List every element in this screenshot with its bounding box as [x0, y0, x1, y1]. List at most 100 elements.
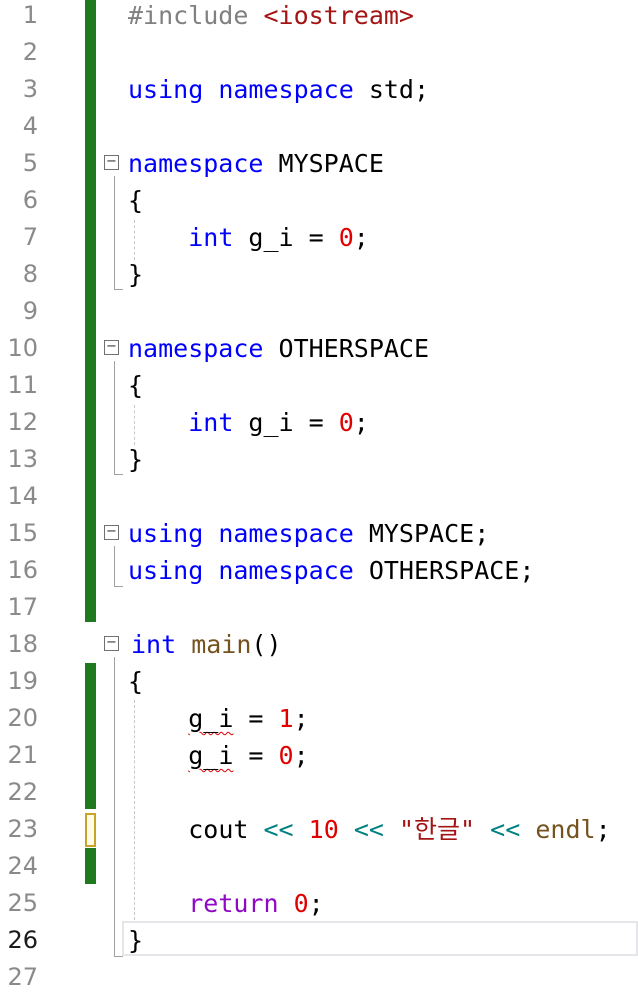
code-line[interactable]: 12 int g_i = 0;: [0, 404, 638, 441]
code-text[interactable]: namespace MYSPACE: [128, 145, 384, 182]
code-line[interactable]: 4: [0, 108, 638, 145]
code-line[interactable]: 1 #include <iostream>: [0, 0, 638, 34]
number-literal: 0: [338, 408, 354, 437]
code-text[interactable]: int g_i = 0;: [128, 219, 369, 256]
line-number: 17: [7, 593, 38, 621]
operator: =: [233, 704, 279, 733]
line-number: 4: [22, 112, 38, 140]
code-line[interactable]: 5 namespace MYSPACE: [0, 145, 638, 182]
namespace-name: OTHERSPACE: [263, 334, 430, 363]
code-line[interactable]: 24: [0, 848, 638, 885]
line-number: 15: [7, 519, 38, 547]
code-line[interactable]: 26 }: [0, 922, 638, 959]
code-text[interactable]: {: [128, 182, 143, 219]
identifier: OTHERSPACE;: [353, 556, 535, 585]
line-number: 19: [7, 667, 38, 695]
number-literal: 0: [338, 223, 354, 252]
code-line[interactable]: 3 using namespace std;: [0, 71, 638, 108]
line-number: 25: [7, 889, 38, 917]
keyword: using: [128, 519, 204, 548]
code-line[interactable]: 9: [0, 293, 638, 330]
code-line[interactable]: 25 return 0;: [0, 885, 638, 922]
code-text[interactable]: return 0;: [128, 885, 324, 922]
line-number: 7: [22, 223, 38, 251]
punctuation: (): [251, 630, 282, 659]
code-line[interactable]: 23 cout << 10 << "한글" << endl;: [0, 811, 638, 848]
preprocessor-directive: #include: [128, 1, 264, 30]
line-number: 2: [22, 38, 38, 66]
code-text[interactable]: }: [128, 441, 143, 478]
code-line[interactable]: 18 int main(): [0, 626, 638, 663]
code-line[interactable]: 10 namespace OTHERSPACE: [0, 330, 638, 367]
code-line[interactable]: 7 int g_i = 0;: [0, 219, 638, 256]
code-line[interactable]: 13 }: [0, 441, 638, 478]
line-number: 11: [7, 371, 38, 399]
line-number: 10: [7, 334, 38, 362]
operator: <<: [353, 815, 384, 844]
code-line[interactable]: 19 {: [0, 663, 638, 700]
line-number: 8: [22, 260, 38, 288]
code-line[interactable]: 22: [0, 774, 638, 811]
code-line[interactable]: 8 }: [0, 256, 638, 293]
keyword: namespace: [128, 149, 264, 178]
identifier: g_i =: [233, 408, 339, 437]
line-number: 3: [22, 75, 38, 103]
code-line[interactable]: 20 g_i = 1;: [0, 700, 638, 737]
error-squiggle-identifier[interactable]: g_i: [188, 741, 233, 770]
line-number: 16: [7, 556, 38, 584]
code-line[interactable]: 14: [0, 478, 638, 515]
code-line[interactable]: 27: [0, 959, 638, 996]
code-text[interactable]: int g_i = 0;: [128, 404, 369, 441]
code-text[interactable]: g_i = 1;: [128, 700, 309, 737]
keyword: namespace: [128, 334, 264, 363]
keyword: return: [188, 889, 279, 918]
line-number: 13: [7, 445, 38, 473]
line-number: 12: [7, 408, 38, 436]
code-line[interactable]: 17: [0, 589, 638, 626]
identifier: cout: [188, 815, 264, 844]
code-text[interactable]: {: [128, 367, 143, 404]
keyword: namespace: [203, 556, 354, 585]
operator: =: [233, 741, 279, 770]
line-number-current: 26: [7, 926, 38, 954]
code-text[interactable]: int main(): [131, 626, 282, 663]
keyword: int: [131, 630, 177, 659]
line-number: 24: [7, 852, 38, 880]
code-text[interactable]: }: [128, 922, 143, 959]
code-text[interactable]: #include <iostream>: [128, 0, 414, 34]
punctuation: ;: [595, 815, 611, 844]
code-text[interactable]: cout << 10 << "한글" << endl;: [128, 811, 611, 848]
punctuation: ;: [308, 889, 324, 918]
number-literal: 10: [308, 815, 339, 844]
code-text[interactable]: using namespace OTHERSPACE;: [128, 552, 534, 589]
line-number: 14: [7, 482, 38, 510]
code-text[interactable]: namespace OTHERSPACE: [128, 330, 429, 367]
code-text[interactable]: using namespace MYSPACE;: [128, 515, 489, 552]
code-line[interactable]: 11 {: [0, 367, 638, 404]
string-literal: "한글": [399, 815, 476, 844]
code-text[interactable]: g_i = 0;: [128, 737, 308, 774]
code-line[interactable]: 2: [0, 34, 638, 71]
code-line[interactable]: 16 using namespace OTHERSPACE;: [0, 552, 638, 589]
code-text[interactable]: using namespace std;: [128, 71, 429, 108]
code-line[interactable]: 6 {: [0, 182, 638, 219]
code-text[interactable]: }: [128, 256, 143, 293]
identifier: MYSPACE;: [353, 519, 490, 548]
code-text[interactable]: {: [128, 663, 143, 700]
line-number: 21: [7, 741, 38, 769]
function-name: endl: [535, 815, 596, 844]
code-line[interactable]: 21 g_i = 0;: [0, 737, 638, 774]
error-squiggle-identifier[interactable]: g_i: [188, 704, 233, 733]
number-literal: 1: [278, 704, 294, 733]
line-number: 18: [7, 630, 38, 658]
punctuation: ;: [293, 704, 309, 733]
code-line[interactable]: 15 using namespace MYSPACE;: [0, 515, 638, 552]
